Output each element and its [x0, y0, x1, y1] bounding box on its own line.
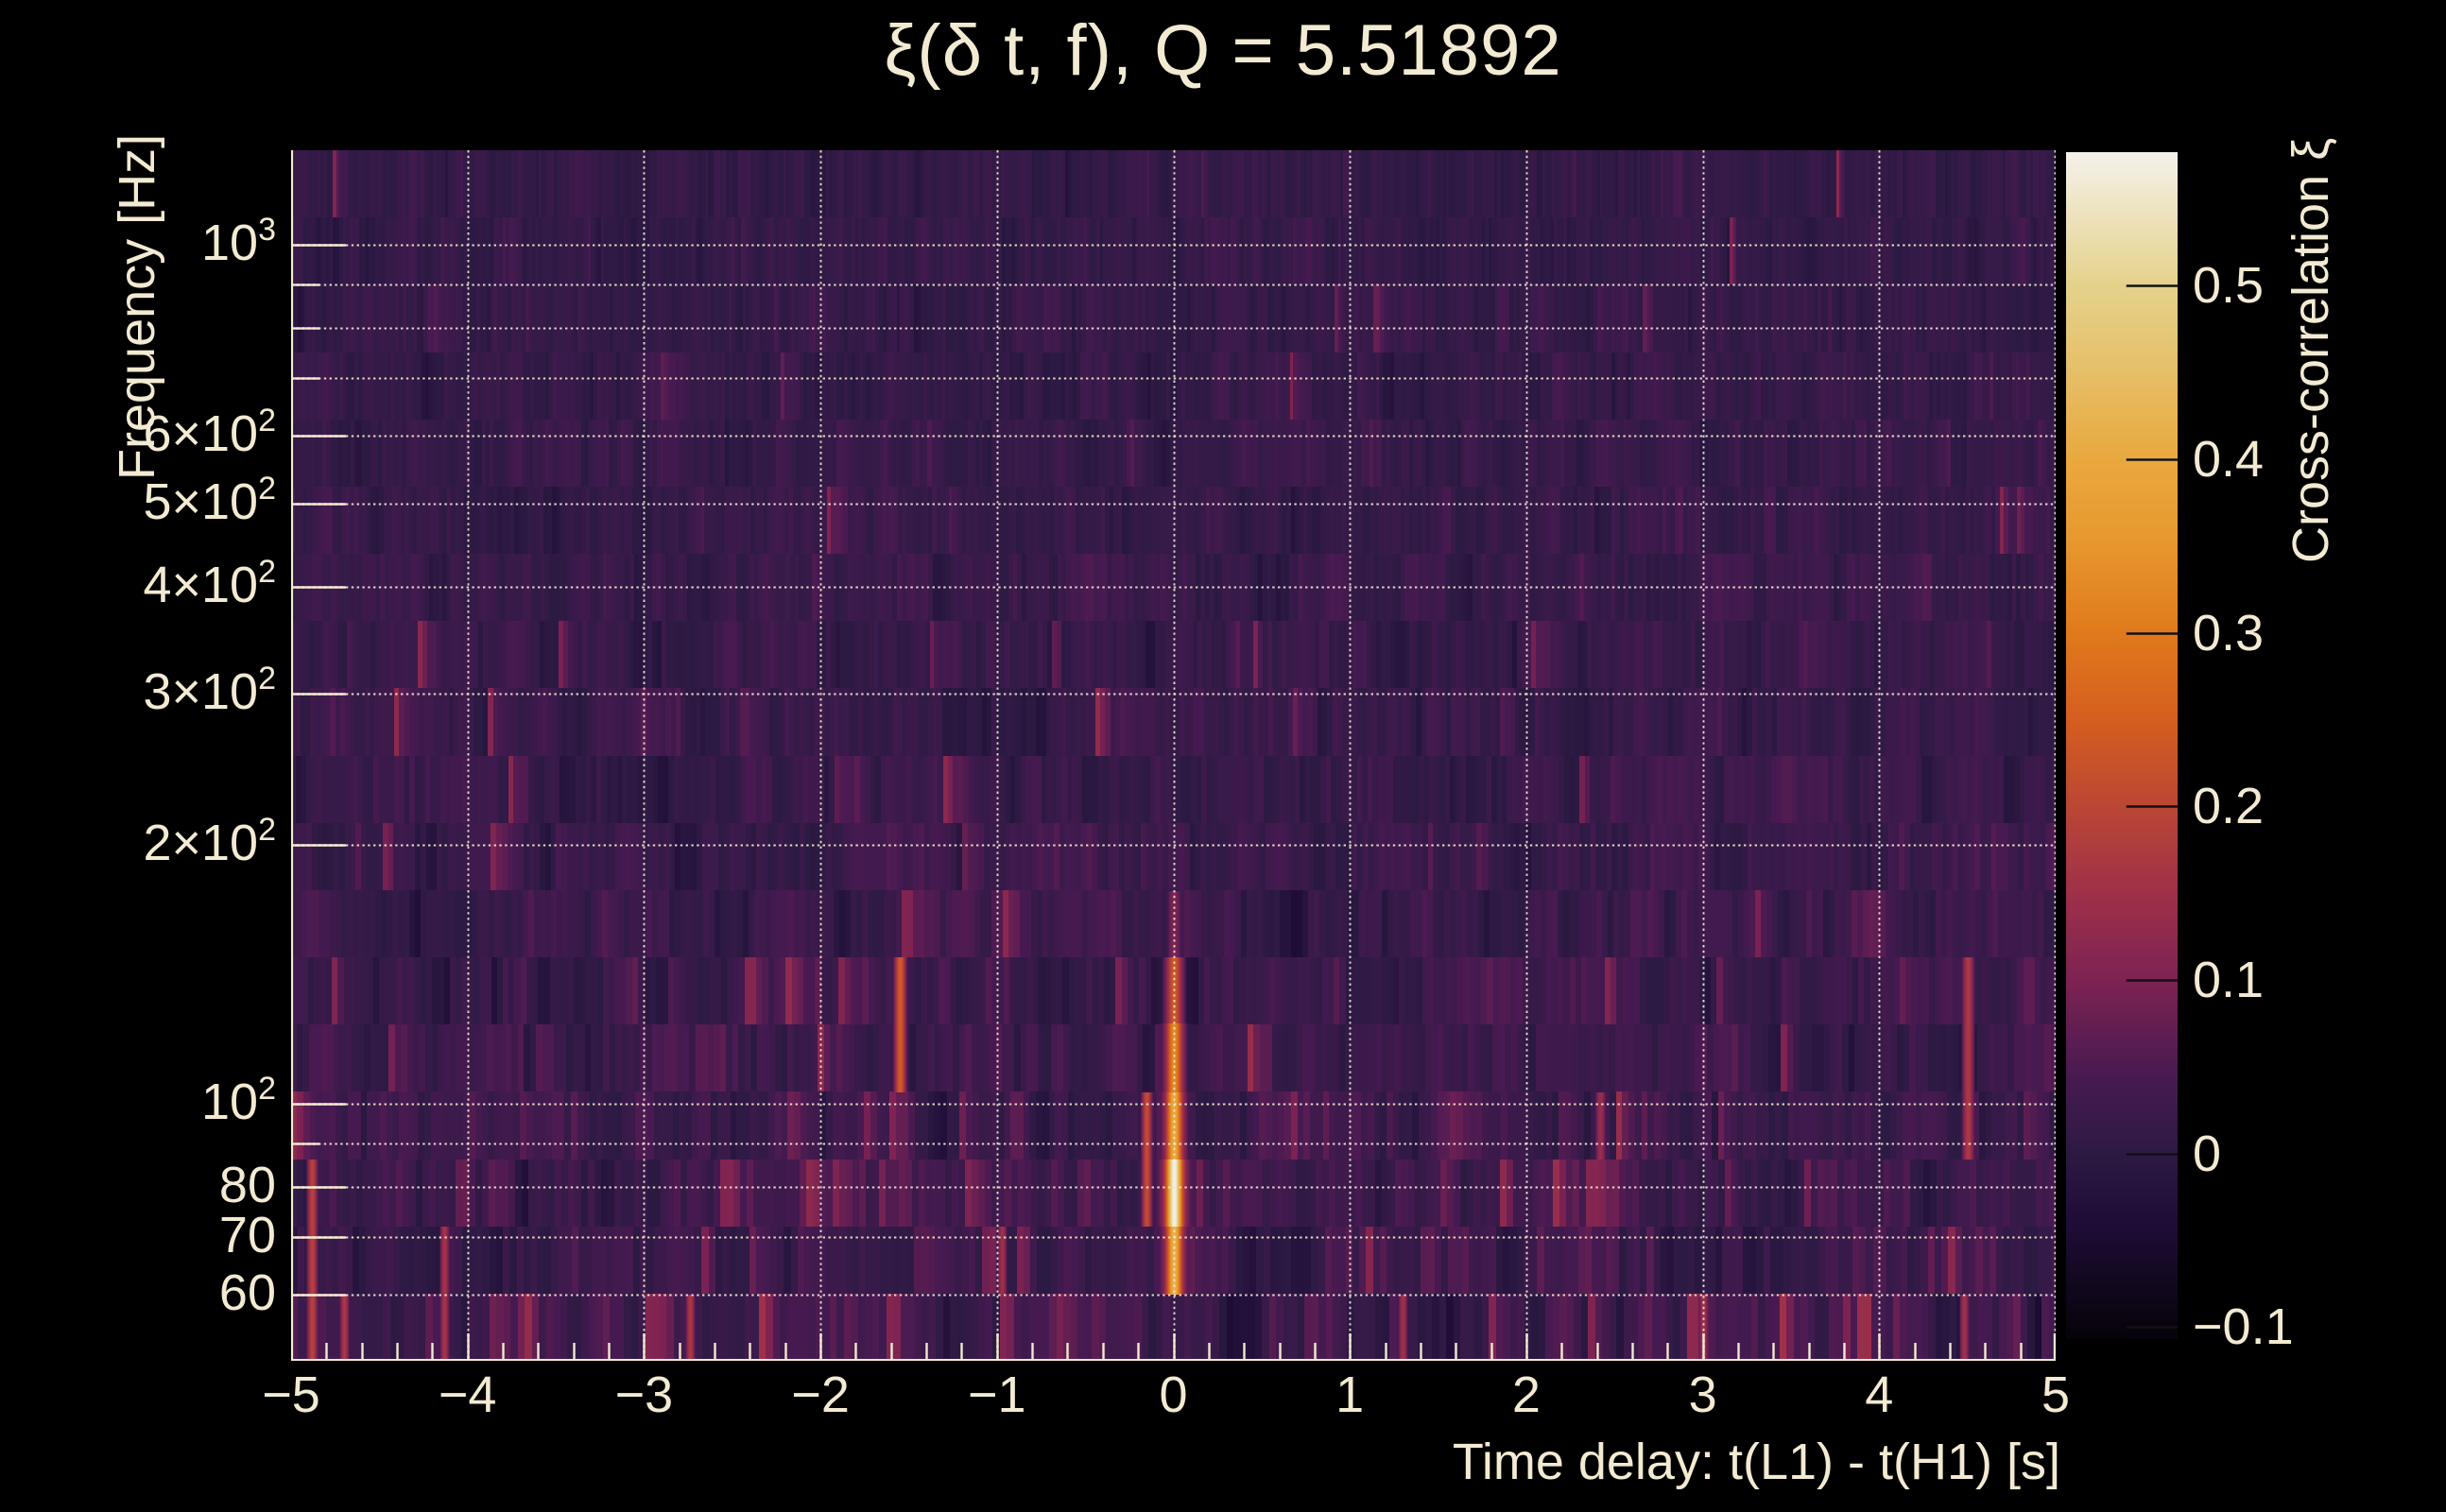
colorbar-canvas	[2066, 152, 2178, 1339]
colorbar-tick-label: 0.1	[2193, 951, 2265, 1008]
spectrogram-figure: { "page": { "background": "#000000", "in…	[0, 0, 2446, 1512]
x-tick-label: 0	[1159, 1366, 1188, 1423]
x-tick-label: 5	[2041, 1366, 2071, 1423]
y-tick-label: 70	[218, 1206, 276, 1263]
x-tick-label: 4	[1865, 1366, 1894, 1423]
x-tick-label: −2	[791, 1366, 850, 1423]
y-tick-label: 3×102	[143, 660, 276, 720]
colorbar-tick-label: 0.3	[2193, 604, 2265, 662]
y-tick-label: 80	[218, 1156, 276, 1213]
colorbar-tick-label: 0.5	[2193, 257, 2265, 315]
cross-correlation-heatmap-canvas	[291, 150, 2056, 1361]
colorbar-tick-label: 0.2	[2193, 778, 2265, 835]
x-tick-label: 3	[1688, 1366, 1717, 1423]
x-tick-label: −4	[438, 1366, 497, 1423]
x-tick-label: −3	[614, 1366, 674, 1423]
colorbar-tick-label: 0.4	[2193, 431, 2265, 489]
y-tick-label: 102	[201, 1070, 276, 1130]
x-tick-label: −5	[262, 1366, 320, 1423]
colorbar-title: Cross-correlation ξ	[2282, 137, 2339, 563]
y-tick-label: 103	[201, 211, 276, 271]
y-tick-label: 60	[218, 1263, 276, 1321]
figure-title: ξ(δ t, f), Q = 5.51892	[884, 10, 1562, 91]
y-tick-label: 2×102	[143, 812, 276, 872]
colorbar-tick-label: −0.1	[2193, 1298, 2294, 1356]
colorbar-tick-label: 0	[2193, 1125, 2222, 1182]
x-tick-label: 1	[1335, 1366, 1365, 1423]
y-tick-label: 4×102	[143, 553, 276, 613]
x-tick-label: −1	[968, 1366, 1026, 1423]
y-tick-label: 5×102	[143, 470, 276, 530]
x-tick-label: 2	[1511, 1366, 1541, 1423]
y-tick-label: 6×102	[143, 402, 276, 462]
x-axis-title: Time delay: t(L1) - t(H1) [s]	[1452, 1434, 2060, 1490]
